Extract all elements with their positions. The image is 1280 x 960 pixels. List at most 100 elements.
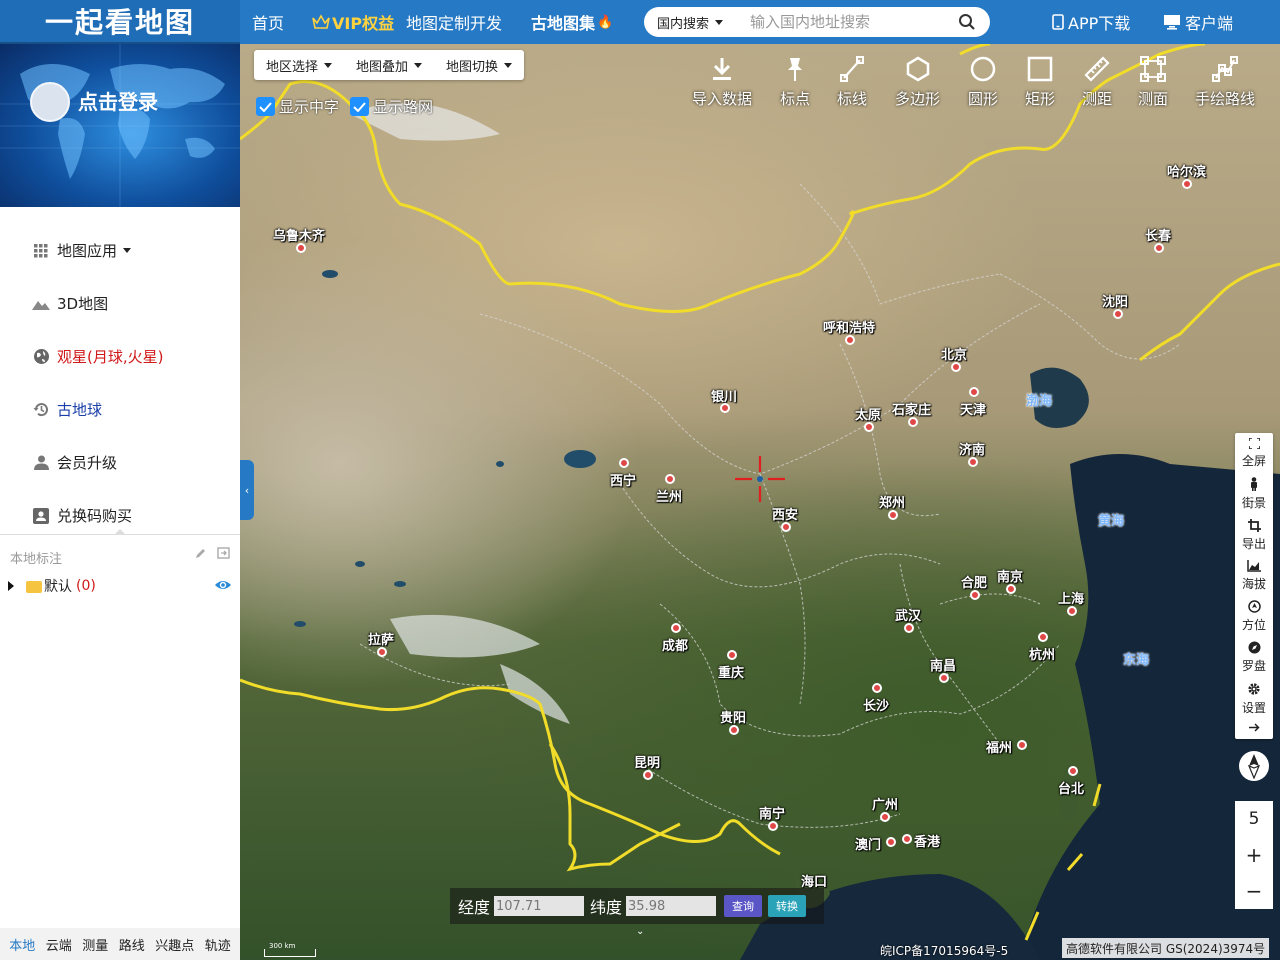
nav-client[interactable]: 客户端 [1163,0,1233,44]
tab-poi[interactable]: 兴趣点 [155,935,194,954]
city-marker[interactable] [781,522,791,532]
city-marker[interactable] [665,474,675,484]
city-label[interactable]: 哈尔滨 [1167,161,1206,180]
city-marker[interactable] [671,623,681,633]
city-label[interactable]: 呼和浩特 [823,317,875,336]
city-marker[interactable] [619,458,629,468]
city-marker[interactable] [970,590,980,600]
nav-app-download[interactable]: APP下载 [1052,0,1130,44]
city-label[interactable]: 贵阳 [720,707,746,726]
city-label[interactable]: 合肥 [961,572,987,591]
city-marker[interactable] [886,837,896,847]
panel-toggle-button[interactable] [1235,719,1273,739]
city-marker[interactable] [969,387,979,397]
sidebar-collapse-button[interactable]: ‹ [240,460,254,520]
city-marker[interactable] [1006,584,1016,594]
city-marker[interactable] [1182,179,1192,189]
tool-mark-point[interactable]: 标点 [780,56,810,109]
tool-circle[interactable]: 圆形 [968,56,998,109]
city-marker[interactable] [939,673,949,683]
city-marker[interactable] [729,725,739,735]
menu-item-stargazing[interactable]: 观星(月球,火星) [0,330,240,383]
query-button[interactable]: 查询 [724,895,763,917]
settings-button[interactable]: 设置 [1235,678,1273,719]
pencil-icon[interactable] [195,547,207,559]
city-label[interactable]: 广州 [872,794,898,813]
city-label[interactable]: 成都 [662,635,688,654]
city-label[interactable]: 西安 [772,504,798,523]
city-label[interactable]: 郑州 [879,492,905,511]
tab-track[interactable]: 轨迹 [205,935,231,954]
city-label[interactable]: 太原 [855,404,881,423]
tool-import-data[interactable]: 导入数据 [692,56,752,109]
city-label[interactable]: 长春 [1145,225,1171,244]
dropdown-map-overlay[interactable]: 地图叠加 [344,56,434,75]
city-marker[interactable] [880,812,890,822]
city-label[interactable]: 济南 [959,439,985,458]
nav-custom-dev[interactable]: 地图定制开发 [406,0,502,44]
bearing-button[interactable]: 方位 [1235,596,1273,637]
login-link[interactable]: 点击登录 [78,86,158,115]
tool-rectangle[interactable]: 矩形 [1025,56,1055,109]
city-label[interactable]: 台北 [1058,778,1084,797]
city-label[interactable]: 兰州 [656,486,682,505]
city-marker[interactable] [377,647,387,657]
city-marker[interactable] [727,650,737,660]
latitude-input[interactable]: 35.98 [626,896,717,916]
city-label[interactable]: 南京 [997,566,1023,585]
eye-icon[interactable] [214,578,232,592]
city-label[interactable]: 武汉 [895,605,921,624]
avatar[interactable] [30,82,70,122]
map-view[interactable]: 地区选择 地图叠加 地图切换 显示中字 显示路网 导入数据 标点 标线 多边形 … [240,44,1280,960]
tool-measure-distance[interactable]: 测距 [1082,56,1112,109]
chevron-down-icon[interactable]: ⌄ [636,926,644,937]
city-label[interactable]: 石家庄 [892,399,931,418]
city-label[interactable]: 天津 [960,399,986,418]
city-label[interactable]: 澳门 [855,834,881,853]
city-label[interactable]: 昆明 [634,752,660,771]
city-marker[interactable] [768,821,778,831]
nav-vip[interactable]: VIP权益 [312,0,394,44]
search-icon[interactable] [958,13,976,31]
city-marker[interactable] [902,834,912,844]
tool-measure-area[interactable]: 测面 [1138,56,1168,109]
city-label[interactable]: 南宁 [759,803,785,822]
city-marker[interactable] [908,417,918,427]
city-label[interactable]: 上海 [1058,588,1084,607]
city-label[interactable]: 沈阳 [1102,291,1128,310]
city-label[interactable]: 拉萨 [368,629,394,648]
search-scope-select[interactable]: 国内搜索 [644,13,736,32]
menu-item-ancient-earth[interactable]: 古地球 [0,383,240,436]
login-banner[interactable]: 点击登录 [0,44,240,207]
city-marker[interactable] [1113,309,1123,319]
city-marker[interactable] [845,335,855,345]
city-label[interactable]: 福州 [986,737,1012,756]
city-label[interactable]: 长沙 [863,695,889,714]
site-logo[interactable]: 一起看地图 [0,0,240,44]
checkbox-show-roads[interactable]: 显示路网 [350,96,433,117]
tool-freehand-route[interactable]: 手绘路线 [1195,56,1255,109]
menu-item-map-apps[interactable]: 地图应用 [0,224,240,277]
tab-measure[interactable]: 测量 [82,935,108,954]
tab-local[interactable]: 本地 [9,935,35,954]
city-label[interactable]: 杭州 [1029,644,1055,663]
city-label[interactable]: 北京 [941,344,967,363]
city-label[interactable]: 南昌 [930,655,956,674]
fullscreen-button[interactable]: 全屏 [1235,433,1273,474]
menu-item-3d-map[interactable]: 3D地图 [0,277,240,330]
street-view-button[interactable]: 街景 [1235,474,1273,515]
city-marker[interactable] [1038,632,1048,642]
city-marker[interactable] [1017,740,1027,750]
city-marker[interactable] [1154,243,1164,253]
nav-home[interactable]: 首页 [252,0,284,44]
export-button[interactable]: 导出 [1235,515,1273,556]
city-marker[interactable] [888,510,898,520]
zoom-in-button[interactable]: + [1235,837,1273,873]
tab-cloud[interactable]: 云端 [46,935,72,954]
import-icon[interactable] [217,547,230,559]
city-label[interactable]: 香港 [914,831,940,850]
city-marker[interactable] [296,243,306,253]
city-marker[interactable] [864,422,874,432]
folder-default[interactable]: 默认 (0) [8,576,232,596]
city-label[interactable]: 西宁 [610,470,636,489]
